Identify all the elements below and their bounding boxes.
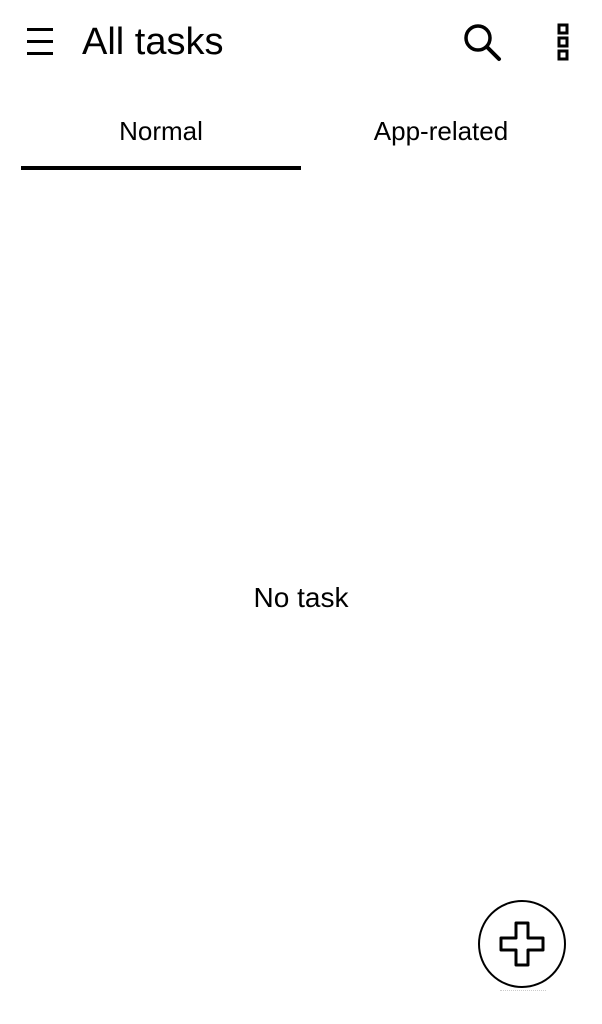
tab-normal-label: Normal [119, 115, 203, 146]
selected-tab-indicator [21, 166, 301, 170]
tab-bar: Normal App-related [0, 92, 602, 172]
tab-app-related[interactable]: App-related [301, 92, 581, 170]
empty-state-message: No task [253, 582, 349, 613]
app-bar: All tasks [0, 0, 602, 86]
search-icon [464, 24, 501, 61]
menu-button[interactable] [18, 20, 62, 64]
more-vertical-icon [557, 23, 569, 61]
more-options-button[interactable] [542, 16, 584, 68]
search-button[interactable] [456, 16, 508, 68]
add-task-button[interactable] [478, 900, 566, 988]
tab-normal[interactable]: Normal [21, 92, 301, 170]
plus-icon [499, 921, 545, 967]
page-title: All tasks [82, 21, 224, 63]
hamburger-menu-icon [27, 28, 53, 55]
fab-shadow [500, 990, 546, 997]
tab-app-related-label: App-related [373, 115, 509, 146]
